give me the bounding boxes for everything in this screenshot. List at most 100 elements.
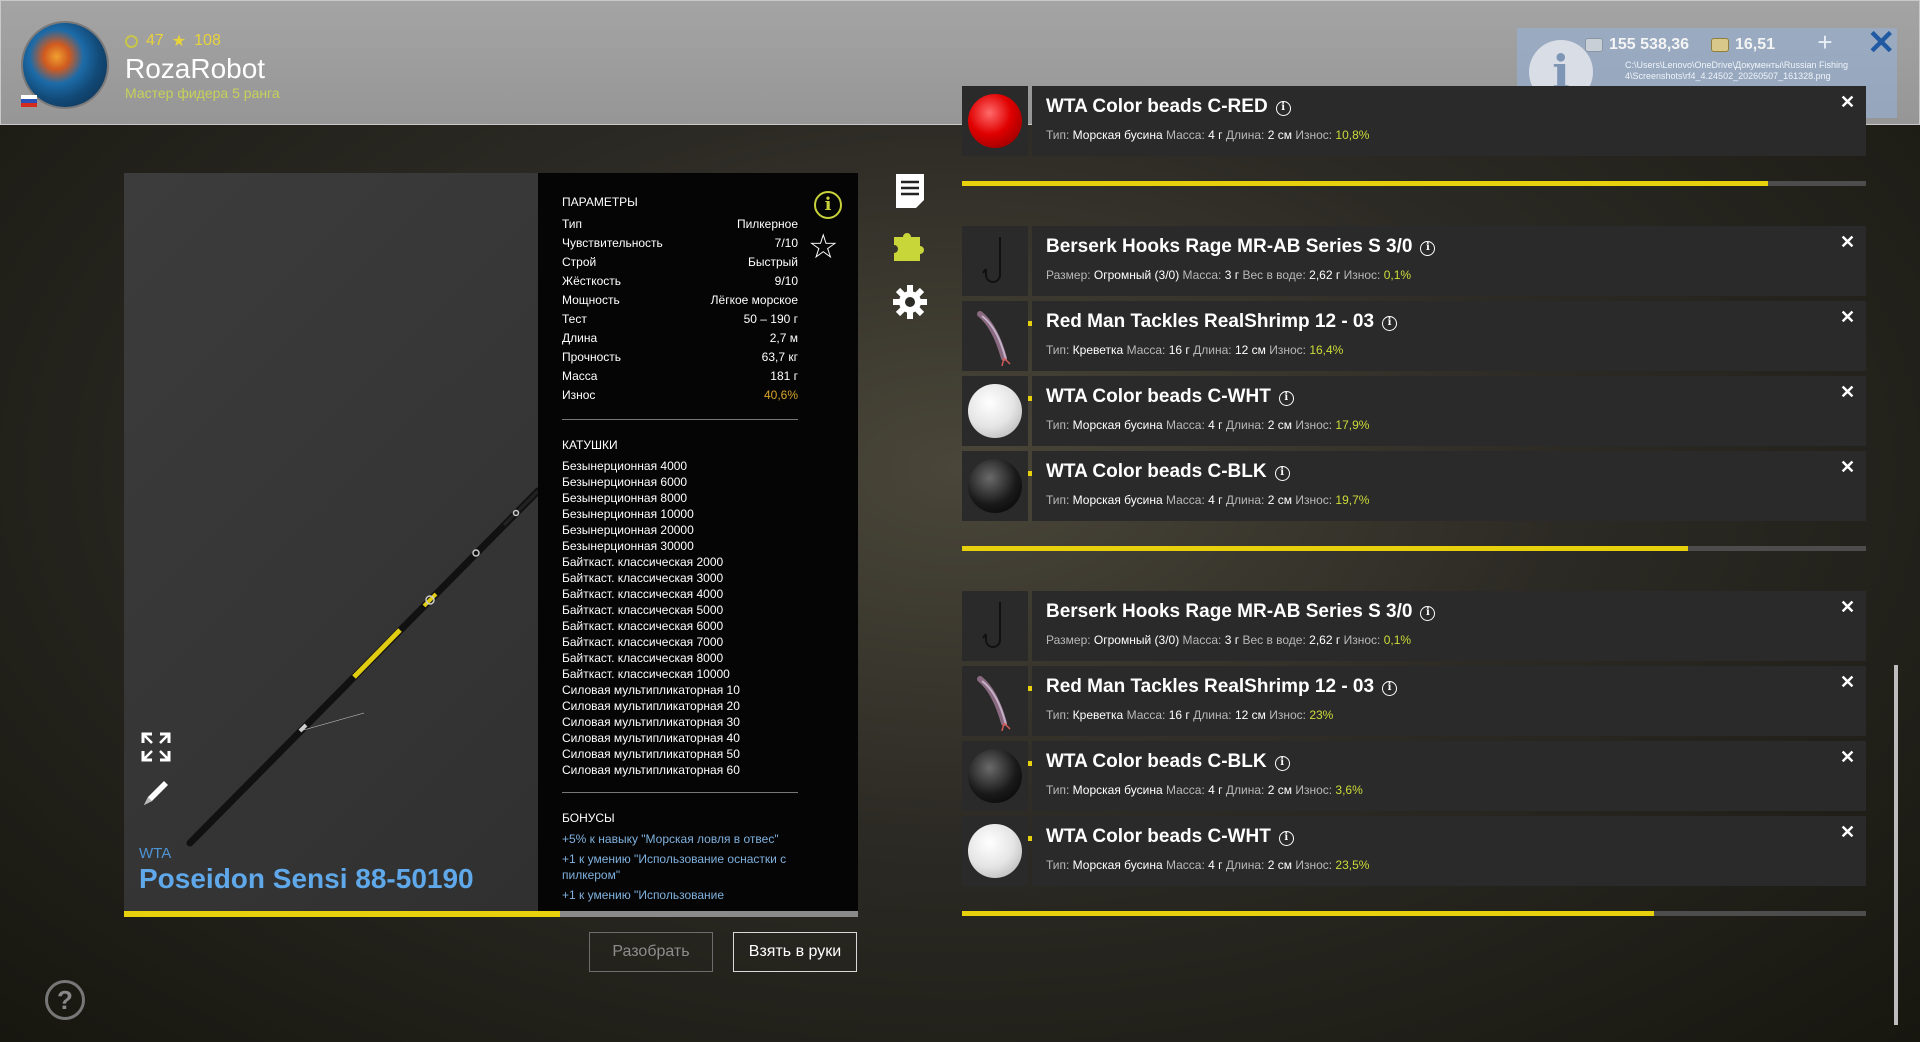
wear-value: 0,1%	[1383, 633, 1412, 647]
stat-value: 4 г	[1208, 493, 1223, 507]
param-row: Прочность 63,7 кг	[562, 348, 798, 367]
remove-item-icon[interactable]: ✕	[1840, 672, 1855, 693]
level-row: 47 ★ 108	[125, 31, 221, 51]
tackle-item[interactable]: WTA Color beads C-BLK i Тип: Морская бусин…	[962, 451, 1866, 521]
info-icon[interactable]: i	[1420, 241, 1436, 256]
wear-label: Износ:	[1269, 343, 1310, 357]
param-row: Масса 181 г	[562, 367, 798, 386]
description-icon[interactable]	[890, 170, 930, 210]
item-condition-fill	[962, 911, 1654, 916]
item-name-text: WTA Color beads C-RED	[1046, 96, 1268, 117]
item-name: WTA Color beads C-WHT i	[1046, 826, 1294, 848]
tackle-item[interactable]: Berserk Hooks Rage MR-AB Series S 3/0 i Ра…	[962, 591, 1866, 661]
tackle-item[interactable]: WTA Color beads C-BLK i Тип: Морская бусин…	[962, 741, 1866, 811]
info-icon[interactable]: i	[1420, 606, 1436, 621]
item-body: WTA Color beads C-RED i Тип: Морская бусин…	[1032, 86, 1866, 156]
info-icon[interactable]: i	[1274, 756, 1290, 771]
remove-item-icon[interactable]: ✕	[1840, 747, 1855, 768]
rod-bonus: +5% к навыку "Морская ловля в отвес"	[562, 832, 779, 846]
item-name: WTA Color beads C-RED i	[1046, 96, 1291, 118]
stat-label: Тип:	[1046, 418, 1073, 432]
take-in-hands-button[interactable]: Взять в руки	[733, 932, 857, 972]
bonus-list: +5% к навыку "Морская ловля в отвес" +1 к…	[562, 831, 836, 903]
info-icon[interactable]: i	[1382, 681, 1398, 696]
info-icon[interactable]: i	[1382, 316, 1398, 331]
stat-label: Масса:	[1182, 268, 1225, 282]
item-stats: Размер: Огромный (3/0) Масса: 3 г Вес в …	[1046, 633, 1411, 647]
info-icon[interactable]: i	[1274, 466, 1290, 481]
item-condition-fill	[962, 546, 1688, 551]
screenshot-path: C:\Users\Lenovo\OneDrive\Документы\Russi…	[1625, 60, 1848, 81]
item-name-text: WTA Color beads C-WHT	[1046, 386, 1271, 407]
compatible-reel: Байткаст. классическая 10000	[562, 667, 730, 681]
remove-item-icon[interactable]: ✕	[1840, 92, 1855, 113]
paint-brush-icon[interactable]	[140, 777, 172, 809]
info-icon[interactable]: i	[1275, 101, 1291, 116]
remove-item-icon[interactable]: ✕	[1840, 457, 1855, 478]
compatible-reel: Байткаст. классическая 3000	[562, 571, 724, 585]
compatible-reel: Безынерционная 10000	[562, 507, 694, 521]
tackle-item[interactable]: Red Man Tackles RealShrimp 12 - 03 i Тип: …	[962, 666, 1866, 736]
divider	[562, 792, 798, 793]
item-stats: Тип: Креветка Масса: 16 г Длина: 12 см И…	[1046, 343, 1343, 357]
bead-black-image	[968, 749, 1022, 803]
item-name: Berserk Hooks Rage MR-AB Series S 3/0 i	[1046, 236, 1436, 258]
stat-label: Длина:	[1225, 418, 1268, 432]
wear-value: 17,9%	[1335, 418, 1370, 432]
compatible-reel: Байткаст. классическая 2000	[562, 555, 724, 569]
stat-value: Морская бусина	[1072, 128, 1163, 142]
disassemble-button[interactable]: Разобрать	[589, 932, 713, 972]
info-icon[interactable]: i	[1278, 831, 1294, 846]
stat-value: 12 см	[1234, 708, 1266, 722]
tackle-item[interactable]: Red Man Tackles RealShrimp 12 - 03 i Тип: …	[962, 301, 1866, 371]
expand-icon[interactable]	[140, 731, 172, 763]
info-icon[interactable]: i	[814, 191, 842, 219]
remove-item-icon[interactable]: ✕	[1840, 307, 1855, 328]
param-value: 63,7 кг	[761, 350, 798, 364]
settings-gear-icon[interactable]	[890, 282, 930, 322]
level-ring-icon	[125, 34, 138, 48]
item-name-text: Red Man Tackles RealShrimp 12 - 03	[1046, 676, 1375, 697]
tackle-item[interactable]: Berserk Hooks Rage MR-AB Series S 3/0 i Ра…	[962, 226, 1866, 296]
add-currency-button[interactable]: +	[1811, 29, 1839, 56]
compatible-reel: Силовая мультипликаторная 10	[562, 683, 740, 697]
stat-label: Тип:	[1046, 343, 1073, 357]
wear-value: 23%	[1309, 708, 1334, 722]
compatible-reel: Безынерционная 6000	[562, 475, 688, 489]
item-thumbnail	[962, 666, 1028, 736]
compatible-reel: Силовая мультипликаторная 60	[562, 763, 740, 777]
stat-label: Размер:	[1046, 633, 1094, 647]
rod-model: Poseidon Sensi 88-50190	[139, 863, 474, 894]
tackle-item[interactable]: WTA Color beads C-RED i Тип: Морская бусин…	[962, 86, 1866, 156]
compatible-reel: Безынерционная 20000	[562, 523, 694, 537]
stat-label: Масса:	[1126, 708, 1169, 722]
info-icon[interactable]: i	[1278, 391, 1294, 406]
scrollbar-thumb[interactable]	[1894, 665, 1898, 1025]
stat-value: 4 г	[1208, 783, 1223, 797]
stat-value: 2 см	[1267, 418, 1292, 432]
tackle-puzzle-icon[interactable]	[890, 225, 930, 265]
compatible-reel: Силовая мультипликаторная 30	[562, 715, 740, 729]
divider	[562, 419, 798, 420]
remove-item-icon[interactable]: ✕	[1840, 382, 1855, 403]
item-name: WTA Color beads C-BLK i	[1046, 751, 1290, 773]
compatible-reel: Байткаст. классическая 7000	[562, 635, 724, 649]
item-body: WTA Color beads C-BLK i Тип: Морская бусин…	[1032, 741, 1866, 811]
tackle-item[interactable]: WTA Color beads C-WHT i Тип: Морская бусин…	[962, 376, 1866, 446]
param-label: Длина	[562, 331, 598, 345]
wear-label: Износ:	[1295, 783, 1336, 797]
favorite-star-icon[interactable]: ☆	[808, 227, 838, 267]
rod-panel: WTA Poseidon Sensi 88-50190 ПАРАМЕТРЫ Ти…	[124, 173, 858, 911]
item-name: Red Man Tackles RealShrimp 12 - 03 i	[1046, 311, 1398, 333]
param-row: Длина 2,7 м	[562, 329, 798, 348]
remove-item-icon[interactable]: ✕	[1840, 597, 1855, 618]
close-icon[interactable]: ✕	[1867, 23, 1896, 63]
param-value: 2,7 м	[769, 331, 798, 345]
remove-item-icon[interactable]: ✕	[1840, 822, 1855, 843]
compatible-reel: Силовая мультипликаторная 50	[562, 747, 740, 761]
help-button[interactable]: ?	[45, 980, 85, 1020]
tackle-item[interactable]: WTA Color beads C-WHT i Тип: Морская бусин…	[962, 816, 1866, 886]
remove-item-icon[interactable]: ✕	[1840, 232, 1855, 253]
item-thumbnail	[962, 86, 1028, 156]
param-value: Быстрый	[748, 255, 798, 269]
